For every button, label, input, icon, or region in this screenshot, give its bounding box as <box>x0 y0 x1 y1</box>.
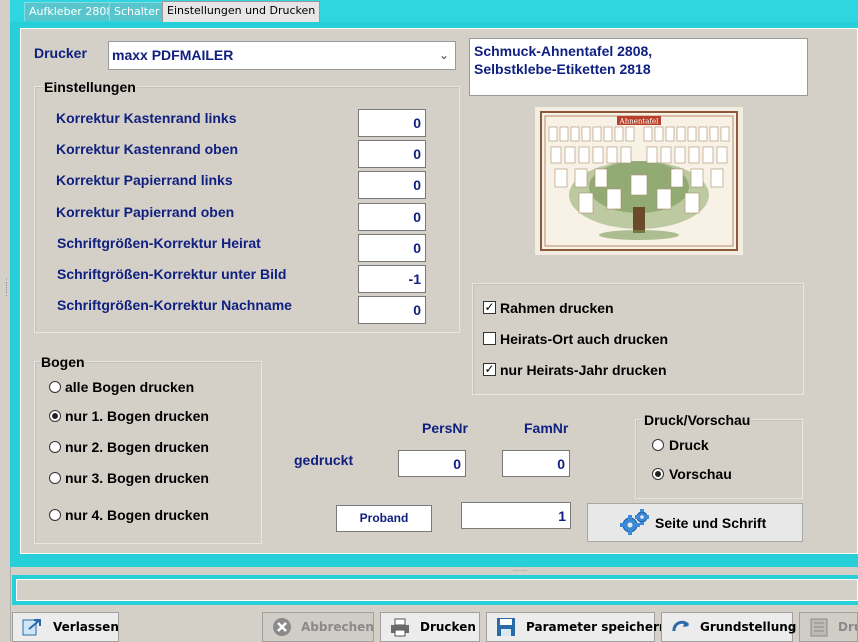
parameter-speichern-label: Parameter speichern <box>526 620 668 634</box>
abbrechen-button[interactable]: Abbrechen <box>262 612 374 642</box>
grundstellung-button[interactable]: Grundstellung <box>661 612 797 642</box>
vorschau-label[interactable]: Vorschau <box>669 466 732 482</box>
ahnentafel-preview-image: Ahnentafel <box>535 107 743 255</box>
bogen-2-label[interactable]: nur 2. Bogen drucken <box>65 439 209 455</box>
korrektur-papierrand-oben-input[interactable]: 0 <box>358 203 426 231</box>
heirats-ort-label[interactable]: Heirats-Ort auch drucken <box>500 331 668 347</box>
printer-select-value: maxx PDFMAILER <box>112 47 234 63</box>
schriftgroessen-unter-bild-input[interactable]: -1 <box>358 265 426 293</box>
cancel-icon <box>271 617 293 637</box>
product-info-line2: Selbstklebe-Etiketten 2818 <box>474 61 651 77</box>
korrektur-kastenrand-links-input[interactable]: 0 <box>358 109 426 137</box>
print-preview-icon <box>808 617 830 637</box>
bogen-4-label[interactable]: nur 4. Bogen drucken <box>65 507 209 523</box>
chevron-down-icon[interactable]: ⌄ <box>439 42 449 68</box>
vorschau-radio[interactable] <box>652 468 664 480</box>
schriftgroessen-nachname-label: Schriftgrößen-Korrektur Nachname <box>57 297 292 313</box>
verlassen-label: Verlassen <box>53 620 119 634</box>
splitter-grip-bottom[interactable]: ⋯⋯ ⋯⋯ <box>505 564 535 575</box>
heirats-ort-checkbox[interactable] <box>483 332 496 345</box>
bogen-2-radio[interactable] <box>49 441 61 453</box>
printer-select[interactable]: maxx PDFMAILER ⌄ <box>108 41 456 70</box>
product-info-line1: Schmuck-Ahnentafel 2808, <box>474 43 653 59</box>
seite-und-schrift-label: Seite und Schrift <box>655 515 767 531</box>
splitter-grip-left[interactable]: ⋮ ⋮ ⋮ <box>2 278 11 297</box>
druckvorschau-label: Dru <box>838 620 857 634</box>
tab-einstellungen[interactable]: Einstellungen und Drucken <box>162 1 321 22</box>
persnr-input[interactable]: 0 <box>398 450 466 477</box>
exit-icon <box>21 617 43 637</box>
bogen-1-radio[interactable] <box>49 410 61 422</box>
save-icon <box>495 617 517 637</box>
heirats-jahr-checkbox[interactable]: ✓ <box>483 363 496 376</box>
product-info-box: Schmuck-Ahnentafel 2808, Selbstklebe-Eti… <box>469 38 808 96</box>
famnr-input[interactable]: 0 <box>502 450 570 477</box>
einstellungen-title: Einstellungen <box>43 79 137 95</box>
rahmen-drucken-checkbox[interactable]: ✓ <box>483 301 496 314</box>
schriftgroessen-heirat-label: Schriftgrößen-Korrektur Heirat <box>57 235 261 251</box>
druck-radio[interactable] <box>652 439 664 451</box>
korrektur-papierrand-oben-label: Korrektur Papierrand oben <box>56 204 235 220</box>
bogen-title: Bogen <box>40 354 86 370</box>
grundstellung-label: Grundstellung <box>700 620 797 634</box>
heirats-jahr-label[interactable]: nur Heirats-Jahr drucken <box>500 362 667 378</box>
tab-schalter[interactable]: Schalter <box>109 2 165 21</box>
schriftgroessen-heirat-input[interactable]: 0 <box>358 234 426 262</box>
druck-vorschau-group <box>635 419 803 499</box>
korrektur-papierrand-links-input[interactable]: 0 <box>358 171 426 199</box>
persnr-label: PersNr <box>422 420 468 436</box>
drucken-label: Drucken <box>420 620 476 634</box>
schriftgroessen-unter-bild-label: Schriftgrößen-Korrektur unter Bild <box>57 266 287 282</box>
reset-icon <box>670 617 692 637</box>
parameter-speichern-button[interactable]: Parameter speichern <box>486 612 667 642</box>
druck-vorschau-title: Druck/Vorschau <box>643 412 752 428</box>
verlassen-button[interactable]: Verlassen <box>12 612 119 642</box>
druck-label[interactable]: Druck <box>669 437 709 453</box>
status-bar <box>16 579 858 601</box>
preview-title: Ahnentafel <box>619 118 659 126</box>
bogen-1-label[interactable]: nur 1. Bogen drucken <box>65 408 209 424</box>
gedruckt-label: gedruckt <box>294 452 354 468</box>
drucker-label: Drucker <box>34 45 87 61</box>
bogen-4-radio[interactable] <box>49 509 61 521</box>
bogen-3-label[interactable]: nur 3. Bogen drucken <box>65 470 209 486</box>
korrektur-kastenrand-oben-label: Korrektur Kastenrand oben <box>56 141 239 157</box>
bogen-alle-label[interactable]: alle Bogen drucken <box>65 379 194 395</box>
rahmen-drucken-label[interactable]: Rahmen drucken <box>500 300 614 316</box>
abbrechen-label: Abbrechen <box>301 620 374 634</box>
gears-icon <box>618 508 652 538</box>
proband-input[interactable]: 1 <box>461 502 571 529</box>
bogen-3-radio[interactable] <box>49 472 61 484</box>
tab-aufkleber[interactable]: Aufkleber 2808 <box>24 2 119 21</box>
seite-und-schrift-button[interactable]: Seite und Schrift <box>587 503 803 542</box>
korrektur-papierrand-links-label: Korrektur Papierrand links <box>56 172 233 188</box>
bogen-alle-radio[interactable] <box>49 381 61 393</box>
printer-icon <box>389 617 411 637</box>
druckvorschau-button[interactable]: Dru <box>799 612 858 642</box>
schriftgroessen-nachname-input[interactable]: 0 <box>358 296 426 324</box>
drucken-button[interactable]: Drucken <box>380 612 480 642</box>
proband-button[interactable]: Proband <box>336 505 432 532</box>
korrektur-kastenrand-oben-input[interactable]: 0 <box>358 140 426 168</box>
korrektur-kastenrand-links-label: Korrektur Kastenrand links <box>56 110 237 126</box>
tab-strip: Aufkleber 2808 Schalter Einstellungen un… <box>10 0 858 22</box>
famnr-label: FamNr <box>524 420 569 436</box>
